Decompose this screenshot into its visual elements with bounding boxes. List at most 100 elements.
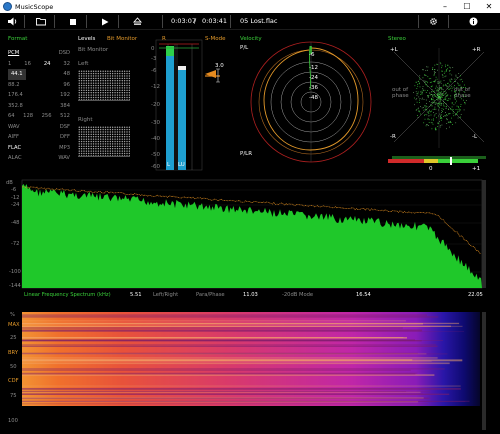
sgram-y-tick: 100 (8, 418, 18, 424)
dsf-label: DSF (59, 123, 70, 130)
meter-tick: -60 (151, 164, 160, 170)
time-separator: / (194, 17, 197, 25)
dsd-64: 64 (8, 113, 15, 119)
dsd-rate-row: 64 128 256 512 (8, 111, 70, 122)
duration-time: 0:03:41 (202, 17, 228, 25)
dsd-label: DSD (58, 50, 70, 56)
sgram-y-tick: MAX (8, 322, 20, 328)
format-header-row: PCM DSD (8, 48, 70, 59)
meter-tick: -40 (151, 136, 160, 142)
spectrum-analyzer: dB -6 -12 -24 -48 -72 -100 -144 Linear F… (6, 178, 490, 300)
correlation-positive-bar (438, 159, 478, 163)
ring-label: -36 (309, 85, 318, 91)
container-row: AIFF DFF (8, 132, 70, 143)
wav-label: WAV (8, 123, 20, 130)
container-row: FLAC MP3 (8, 143, 70, 154)
toolbar-divider (448, 15, 449, 28)
info-icon[interactable] (466, 15, 480, 28)
s-mode-label[interactable]: S-Mode (205, 36, 225, 42)
rate-176-4: 176.4 (8, 92, 23, 98)
db-mode-toggle[interactable]: -20dB Mode (282, 292, 313, 298)
right-channel-label: Right (78, 117, 93, 123)
spectrum-y-tick: -48 (11, 220, 20, 226)
musicscope-app-icon (3, 2, 12, 11)
rate-352-8: 352.8 (8, 102, 23, 109)
eject-icon[interactable] (130, 15, 144, 28)
mp3-label: MP3 (59, 144, 70, 151)
ring-label: -48 (309, 95, 318, 101)
toolbar-divider (86, 15, 87, 28)
rate-48: 48 (63, 71, 70, 77)
toolbar-divider (118, 15, 119, 28)
container-row: WAV DSF (8, 122, 70, 133)
spectrum-mode[interactable]: Linear Frequency Spectrum (kHz) (24, 292, 111, 298)
left-channel-label: Left (78, 61, 89, 67)
pcm-label: PCM (8, 50, 20, 56)
rate-row: 88.2 96 (8, 80, 70, 91)
corr-plus-one: +1 (472, 166, 481, 172)
close-button[interactable]: ✕ (478, 0, 500, 13)
meter-left-label: L (167, 162, 171, 168)
spectrum-y-tick: -72 (11, 241, 20, 247)
minimize-button[interactable]: – (434, 0, 456, 13)
spectrum-y-tick: -6 (11, 187, 17, 193)
levels-mode[interactable]: Bit Monitor (107, 36, 137, 42)
dsd-512: 512 (60, 113, 70, 119)
freq-tick: 22.05 (468, 292, 483, 298)
toolbar-divider (24, 15, 25, 28)
position-time: 0:03:07 (171, 17, 197, 25)
transport-toolbar: 0:03:07 / 0:03:41 05 Lost.flac (0, 13, 500, 30)
left-bit-grid (78, 70, 130, 100)
spectrogram-streaks (22, 314, 470, 405)
spectrum-y-tick: -144 (9, 283, 21, 289)
spectrum-y-tick: -24 (11, 202, 20, 208)
meter-tick: -6 (151, 68, 157, 74)
flac-label: FLAC (8, 144, 22, 151)
right-grid-divider (78, 156, 130, 157)
sgram-y-tick: CDF (8, 378, 19, 384)
levels-panel: Levels Bit Monitor Bit Monitor Left Righ… (74, 32, 150, 172)
stereo-title: Stereo (388, 36, 406, 42)
wav2-label: WAV (58, 155, 70, 161)
bit-32: 32 (63, 60, 70, 67)
rate-88-2: 88.2 (8, 81, 20, 88)
ring-label: -6 (309, 52, 315, 58)
left-right-toggle[interactable]: Left/Right (153, 292, 178, 298)
aiff-label: AIFF (8, 134, 20, 140)
corr-zero: 0 (429, 166, 433, 172)
bit-24: 24 (43, 60, 51, 67)
meter-tick: -12 (151, 84, 160, 90)
meter-tick: -20 (151, 102, 160, 108)
volume-icon[interactable] (6, 15, 20, 28)
dsd-256: 256 (41, 113, 52, 119)
levels-title: Levels (78, 36, 96, 42)
bit-1: 1 (8, 60, 12, 67)
gear-icon[interactable] (426, 15, 440, 28)
para-phase-toggle[interactable]: Para/Phase (196, 292, 225, 298)
freq-tick: 5.51 (130, 292, 142, 298)
meter-r-indicator: R (162, 36, 166, 42)
alac-label: ALAC (8, 155, 22, 161)
correlation-marker (450, 157, 452, 165)
stop-button[interactable] (66, 15, 80, 28)
rate-row: 44.1 48 (8, 69, 70, 80)
rate-192: 192 (60, 92, 70, 98)
sgram-y-tick: 75 (10, 393, 17, 399)
play-button[interactable] (98, 15, 112, 28)
sgram-y-tick: 50 (10, 364, 17, 370)
spectrum-plot (21, 179, 486, 289)
meter-tick: 0 (151, 46, 155, 52)
dsd-128: 128 (23, 113, 34, 119)
left-meter-bar (166, 56, 174, 170)
toolbar-divider (162, 15, 163, 28)
open-folder-icon[interactable] (34, 15, 48, 28)
rate-44-1: 44.1 (8, 69, 26, 80)
format-title: Format (8, 36, 28, 42)
maximize-button[interactable]: ☐ (456, 0, 478, 13)
correlation-negative-bar (388, 159, 424, 163)
spectrogram: % MAX 25 BRY 50 CDF 75 100 (8, 310, 490, 432)
sgram-y-tick: % (10, 312, 15, 318)
ring-label: -24 (309, 75, 318, 81)
freq-tick: 11.03 (243, 292, 258, 298)
toolbar-divider (418, 15, 419, 28)
